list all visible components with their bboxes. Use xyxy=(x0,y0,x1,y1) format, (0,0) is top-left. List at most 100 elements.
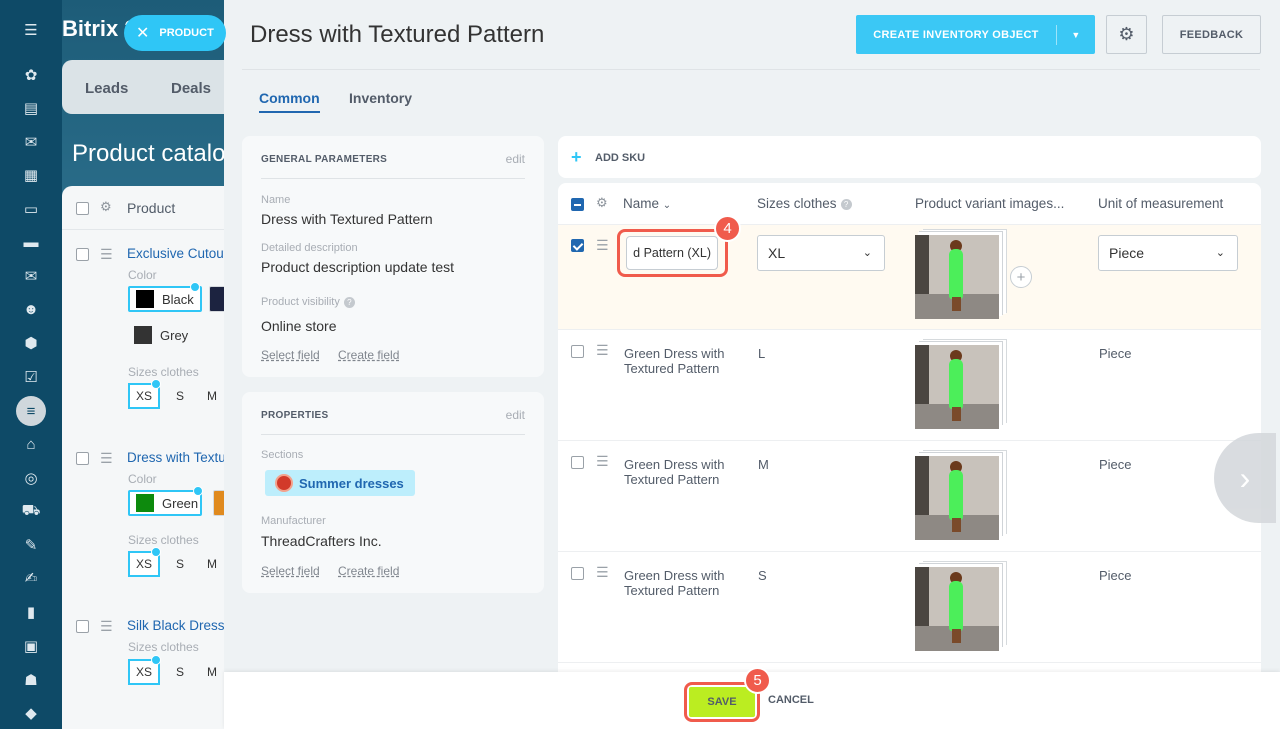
size-select[interactable]: XL ⌄ xyxy=(757,235,885,271)
drive-icon[interactable]: ▬ xyxy=(19,230,43,254)
size-s[interactable]: S xyxy=(164,551,196,577)
hexagon-icon[interactable]: ⬢ xyxy=(19,331,43,355)
create-inventory-object-button[interactable]: CREATE INVENTORY OBJECT ▼ xyxy=(856,15,1095,54)
row-checkbox[interactable] xyxy=(571,239,584,252)
table-row[interactable]: ☰ Green Dress with Textured Pattern S Pi… xyxy=(558,552,1261,663)
bank-icon[interactable]: ⌂ xyxy=(19,432,43,456)
sign-icon[interactable]: ✍ xyxy=(19,566,43,590)
target-icon[interactable]: ◎ xyxy=(19,466,43,490)
row-checkbox[interactable] xyxy=(76,452,89,465)
table-row[interactable]: ☰ d Pattern (XL) 4 XL ⌄ + Piece ⌄ xyxy=(558,215,1261,330)
feed-icon[interactable]: ▤ xyxy=(19,96,43,120)
product-image[interactable] xyxy=(915,345,999,429)
settings-button[interactable]: ⚙ xyxy=(1106,15,1147,54)
tab-deals[interactable]: Deals xyxy=(171,80,211,97)
contact-card-icon[interactable]: ▣ xyxy=(19,634,43,658)
create-field-link[interactable]: Create field xyxy=(338,348,399,362)
chevron-down-icon: ⌄ xyxy=(862,247,872,259)
chevron-down-icon[interactable]: ▼ xyxy=(1057,30,1095,40)
column-name[interactable]: Name ⌄ xyxy=(623,196,671,211)
section-tag[interactable]: Summer dresses xyxy=(265,470,415,496)
feedback-button[interactable]: FEEDBACK xyxy=(1162,15,1261,54)
edit-link[interactable]: edit xyxy=(506,152,525,166)
create-field-link[interactable]: Create field xyxy=(338,564,399,578)
gear-icon[interactable]: ⚙ xyxy=(100,199,112,215)
palette-icon[interactable]: ✿ xyxy=(19,63,43,87)
cart-icon[interactable]: ⛟ xyxy=(19,499,43,523)
drag-handle-icon[interactable]: ☰ xyxy=(596,237,609,254)
catalog-filter-icon[interactable]: ≡ xyxy=(16,396,46,426)
row-checkbox[interactable] xyxy=(571,345,584,358)
edit-icon[interactable]: ✎ xyxy=(19,533,43,557)
table-row[interactable]: ☰ Green Dress with Textured Pattern M Pi… xyxy=(558,441,1261,552)
row-checkbox[interactable] xyxy=(76,620,89,633)
color-swatch-green[interactable]: Green xyxy=(128,490,202,516)
tasks-icon[interactable]: ☑ xyxy=(19,365,43,389)
manufacturer-value: ThreadCrafters Inc. xyxy=(261,533,382,549)
cancel-button[interactable]: CANCEL xyxy=(768,694,814,706)
select-all-checkbox[interactable] xyxy=(571,198,584,211)
drag-handle-icon[interactable]: ☰ xyxy=(100,246,113,263)
sku-unit[interactable]: Piece xyxy=(1099,457,1132,472)
users-icon[interactable]: ☻ xyxy=(19,297,43,321)
calendar-icon[interactable]: ▦ xyxy=(19,163,43,187)
row-checkbox[interactable] xyxy=(76,248,89,261)
product-name-link[interactable]: Exclusive Cutout xyxy=(127,246,228,261)
table-row[interactable]: ☰ Green Dress with Textured Pattern L Pi… xyxy=(558,330,1261,441)
tab-inventory[interactable]: Inventory xyxy=(349,90,412,106)
drag-handle-icon[interactable]: ☰ xyxy=(100,450,113,467)
color-label: Color xyxy=(128,472,157,486)
sku-size[interactable]: M xyxy=(758,457,769,472)
document-icon[interactable]: ▭ xyxy=(19,197,43,221)
column-images[interactable]: Product variant images... xyxy=(915,196,1064,211)
sku-unit[interactable]: Piece xyxy=(1099,568,1132,583)
close-product-slider-button[interactable]: ✕ PRODUCT xyxy=(124,15,226,51)
tab-common[interactable]: Common xyxy=(259,90,320,113)
menu-icon[interactable]: ☰ xyxy=(19,18,43,42)
size-s[interactable]: S xyxy=(164,659,196,685)
mail-icon[interactable]: ✉ xyxy=(19,264,43,288)
row-checkbox[interactable] xyxy=(571,456,584,469)
box-icon[interactable]: ◆ xyxy=(19,701,43,725)
chat-icon[interactable]: ✉ xyxy=(19,130,43,154)
select-field-link[interactable]: Select field xyxy=(261,348,320,362)
page-title: Product catalog xyxy=(72,140,239,167)
robot-icon[interactable]: ☗ xyxy=(19,668,43,692)
select-field-link[interactable]: Select field xyxy=(261,564,320,578)
help-icon[interactable]: ? xyxy=(343,296,355,308)
sku-grid: ⚙ Name ⌄ Sizes clothes? Product variant … xyxy=(558,183,1261,673)
analytics-icon[interactable]: ▮ xyxy=(19,600,43,624)
color-swatch-grey[interactable]: Grey xyxy=(128,322,198,348)
product-image[interactable] xyxy=(915,456,999,540)
sku-name[interactable]: Green Dress with Textured Pattern xyxy=(624,457,744,487)
column-sizes[interactable]: Sizes clothes? xyxy=(757,196,852,211)
row-checkbox[interactable] xyxy=(571,567,584,580)
sku-name-input[interactable]: d Pattern (XL) xyxy=(626,236,718,270)
product-column-label: Product xyxy=(127,200,176,216)
column-unit[interactable]: Unit of measurement xyxy=(1098,196,1223,211)
sku-name[interactable]: Green Dress with Textured Pattern xyxy=(624,346,744,376)
add-image-button[interactable]: + xyxy=(1010,266,1032,288)
description-label: Detailed description xyxy=(261,242,358,254)
close-icon: ✕ xyxy=(136,25,150,42)
add-sku-button[interactable]: + ADD SKU xyxy=(558,136,1261,178)
select-all-checkbox[interactable] xyxy=(76,202,89,215)
tab-leads[interactable]: Leads xyxy=(85,80,128,97)
sku-name[interactable]: Green Dress with Textured Pattern xyxy=(624,568,744,598)
edit-link[interactable]: edit xyxy=(506,408,525,422)
save-button[interactable]: SAVE xyxy=(689,687,755,717)
product-image[interactable] xyxy=(915,567,999,651)
gear-icon[interactable]: ⚙ xyxy=(596,195,608,211)
product-name-link[interactable]: Silk Black Dress xyxy=(127,618,225,633)
grid-header: ⚙ Name ⌄ Sizes clothes? Product variant … xyxy=(558,183,1261,225)
drag-handle-icon[interactable]: ☰ xyxy=(100,618,113,635)
drag-handle-icon[interactable]: ☰ xyxy=(596,453,609,470)
sku-unit[interactable]: Piece xyxy=(1099,346,1132,361)
drag-handle-icon[interactable]: ☰ xyxy=(596,564,609,581)
product-image[interactable] xyxy=(915,235,999,319)
size-s[interactable]: S xyxy=(164,383,196,409)
sku-size[interactable]: S xyxy=(758,568,767,583)
unit-select[interactable]: Piece ⌄ xyxy=(1098,235,1238,271)
sku-size[interactable]: L xyxy=(758,346,765,361)
drag-handle-icon[interactable]: ☰ xyxy=(596,342,609,359)
